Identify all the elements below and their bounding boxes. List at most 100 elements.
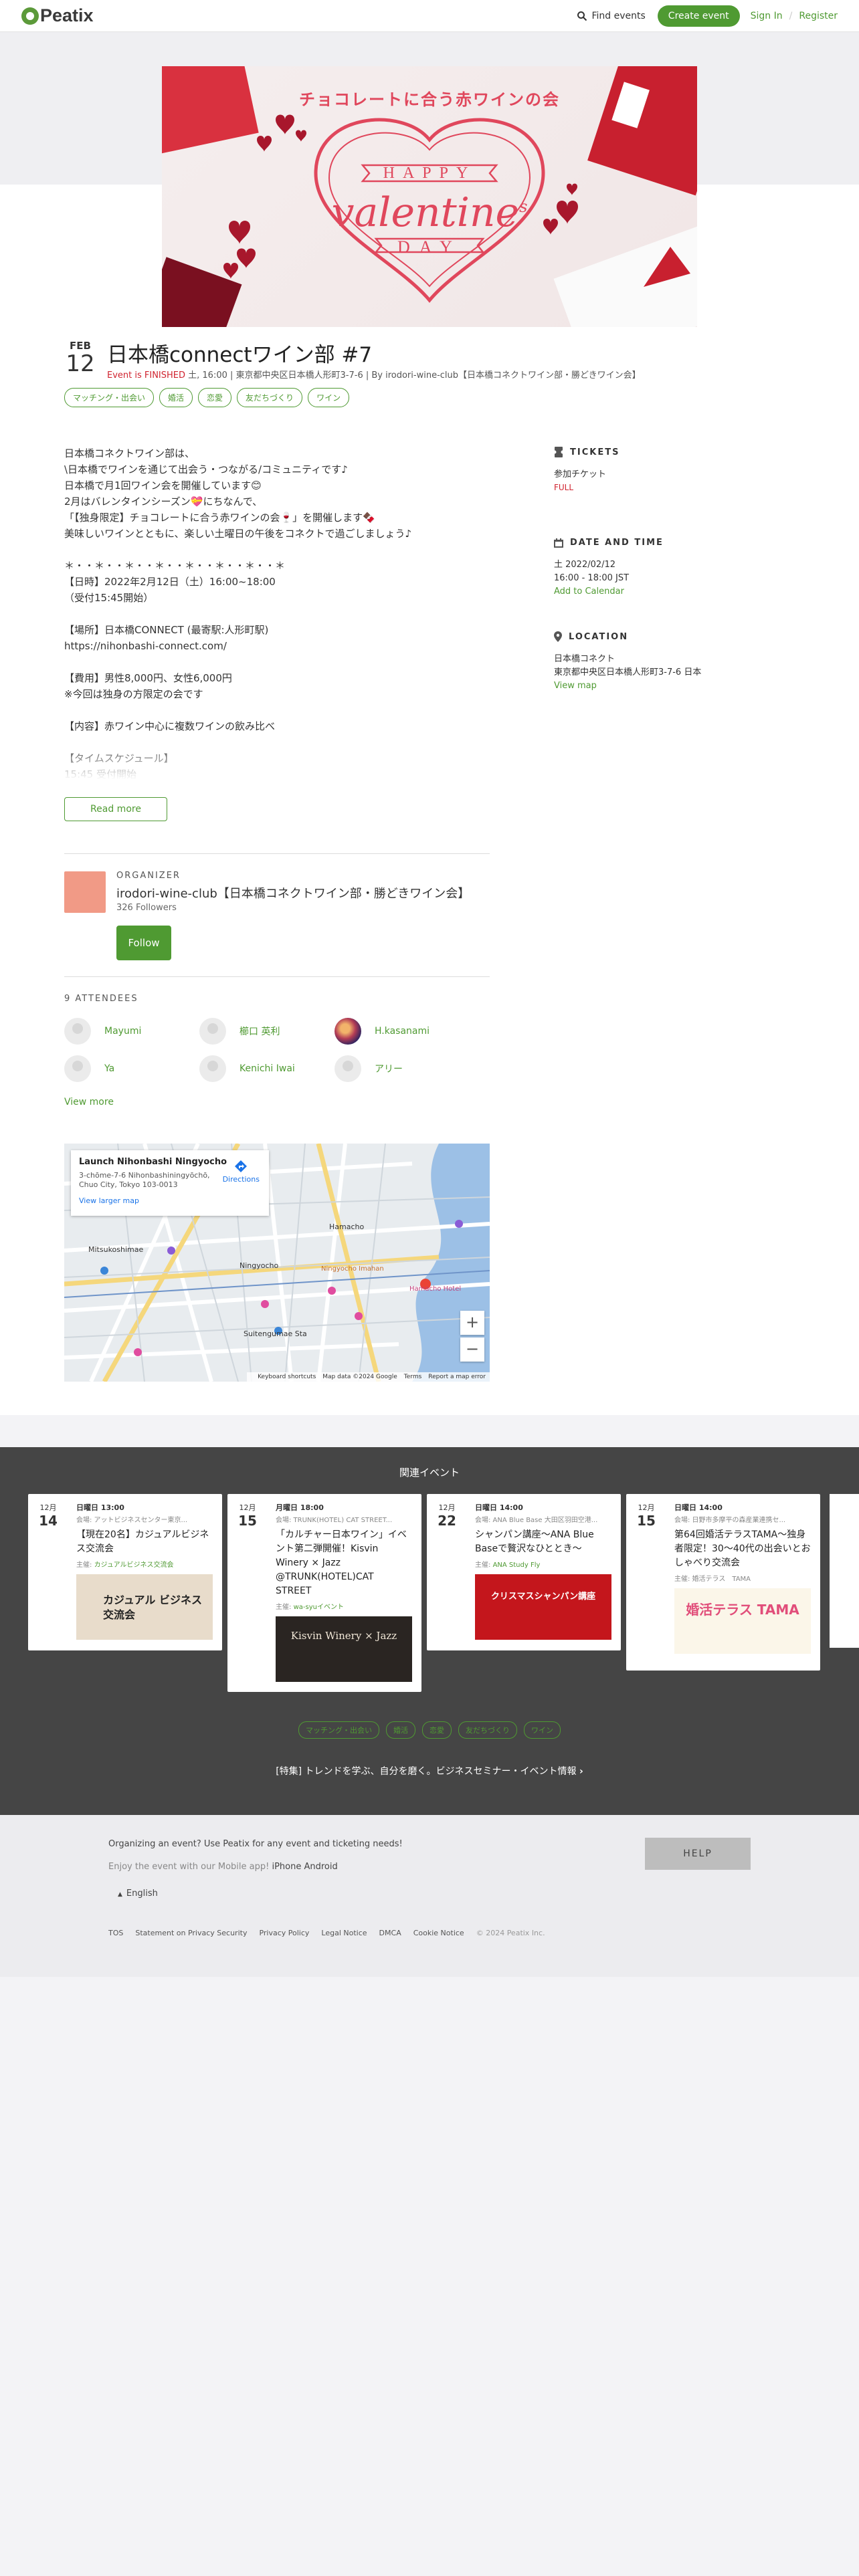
card-image: カジュアル ビジネス交流会 [76,1574,213,1640]
divider [64,976,490,977]
attendee-item[interactable]: Ya [64,1055,114,1082]
card-venue: 会場: ANA Blue Base 大田区羽田空港... [475,1517,598,1524]
attendee-name: 櫛口 英利 [240,1027,280,1037]
tag-wine[interactable]: ワイン [308,388,350,407]
zoom-out-button[interactable]: − [460,1337,484,1362]
attendee-avatar [335,1055,361,1082]
attendee-name: Ya [104,1063,115,1074]
language-selector[interactable]: ▲ English [118,1889,158,1899]
register-link[interactable]: Register [799,11,838,21]
related-event-card[interactable]: 12月 22 日曜日 14:00 会場: ANA Blue Base 大田区羽田空… [427,1494,621,1650]
tag-konkatsu[interactable]: 婚活 [159,388,193,407]
map-label: Mitsukoshimae [88,1245,144,1254]
related-event-card[interactable]: 12月 14 日曜日 13:00 会場: アットビジネスセンター東京... 【現在… [28,1494,222,1650]
location-heading-label: LOCATION [569,631,629,642]
related-tag-matching[interactable]: マッチング・出会い [298,1721,379,1739]
tag-friends[interactable]: 友だちづくり [237,388,303,407]
attendee-item[interactable]: H.kasanami [335,1018,430,1045]
card-date: 12月 15 [633,1502,660,1529]
map-report-link[interactable]: Report a map error [428,1374,486,1380]
card-when: 日曜日 13:00 [76,1503,124,1512]
related-tag-wine[interactable]: ワイン [524,1721,561,1739]
card-day: 14 [39,1513,58,1529]
footer-organizer-text: Organizing an event? Use Peatix for any … [108,1839,403,1849]
footer-link-dmca[interactable]: DMCA [379,1929,401,1937]
ticket-icon [554,447,563,457]
footer-link-privacy-security[interactable]: Statement on Privacy Security [135,1929,247,1937]
view-map-link[interactable]: View map [554,679,701,693]
zoom-in-button[interactable]: + [460,1311,484,1335]
card-title: シャンパン講座〜ANA Blue Baseで贅沢なひととき〜 [475,1529,594,1554]
help-button[interactable]: HELP [645,1838,751,1870]
location-map[interactable]: Mitsukoshimae Ningyocho Hamacho Suitengu… [64,1144,490,1382]
divider [64,853,490,854]
related-tag-renai[interactable]: 恋愛 [422,1721,452,1739]
datetime-heading: DATE AND TIME [554,538,664,548]
tag-renai[interactable]: 恋愛 [198,388,232,407]
card-when: 月曜日 18:00 [276,1503,324,1512]
attendee-avatar [64,1018,91,1045]
event-cover-image: チョコレートに合う赤ワインの会 HAPPY valentines DAY [162,66,697,327]
create-event-button[interactable]: Create event [657,5,740,27]
organizer-name[interactable]: irodori-wine-club【日本橋コネクトワイン部・勝どきワイン会】 [116,884,470,901]
card-when: 日曜日 14:00 [674,1503,723,1512]
related-tag-konkatsu[interactable]: 婚活 [386,1721,415,1739]
sign-in-link[interactable]: Sign In [751,11,783,21]
read-more-button[interactable]: Read more [64,797,167,821]
map-keyboard-shortcuts[interactable]: Keyboard shortcuts [258,1374,316,1380]
top-nav: Find events Create event Sign In / Regis… [577,5,838,27]
follow-button[interactable]: Follow [116,926,171,960]
attendee-name: Mayumi [104,1026,142,1037]
find-events-link[interactable]: Find events [577,11,646,21]
related-event-card[interactable]: 12月 15 月曜日 18:00 会場: TRUNK(HOTEL) CAT STR… [227,1494,421,1692]
attendee-avatar [335,1018,361,1045]
footer-link-cookie[interactable]: Cookie Notice [413,1929,464,1937]
tag-matching[interactable]: マッチング・出会い [64,388,155,407]
attendee-name: アリー [375,1064,403,1075]
feature-link[interactable]: [特集] トレンドを学ぶ、自分を磨く。ビジネスセミナー・イベント情報 › [0,1764,859,1778]
attendee-item[interactable]: Mayumi [64,1018,141,1045]
footer-app-text: Enjoy the event with our Mobile app! iPh… [108,1862,338,1872]
view-larger-map-link[interactable]: View larger map [79,1196,261,1205]
attendee-item[interactable]: 櫛口 英利 [199,1018,280,1045]
card-host: 主催: wa-syuイベント [276,1601,412,1611]
cover-word-happy: HAPPY [383,165,476,182]
card-month: 12月 [39,1503,57,1512]
card-image-text: カジュアル ビジネス交流会 [103,1594,202,1621]
related-card-edge [830,1494,859,1648]
view-more-attendees-link[interactable]: View more [64,1097,114,1107]
language-label: English [126,1889,158,1899]
android-app-link[interactable]: Android [304,1862,337,1872]
related-event-card[interactable]: 12月 15 日曜日 14:00 会場: 日野市多摩平の森産業連携セ... 第64… [626,1494,820,1671]
map-terms-link[interactable]: Terms [404,1374,422,1380]
event-subline: Event is FINISHED 土, 16:00 | 東京都中央区日本橋人形… [107,368,641,381]
cover-word-valentine: valentines [162,189,697,236]
footer-copyright: © 2024 Peatix Inc. [476,1929,545,1937]
card-day: 22 [438,1513,456,1529]
footer-link-privacy-policy[interactable]: Privacy Policy [259,1929,309,1937]
organizer-avatar[interactable] [64,871,106,913]
datetime-section: DATE AND TIME 土 2022/02/12 16:00 - 18:00… [554,538,664,599]
location-address: 東京都中央区日本橋人形町3-7-6 日本 [554,667,702,677]
iphone-app-link[interactable]: iPhone [272,1862,301,1872]
footer-link-legal[interactable]: Legal Notice [321,1929,367,1937]
directions-button[interactable]: Directions [223,1160,260,1184]
card-host-prefix: 主催: [674,1576,692,1583]
map-data-credit: Map data ©2024 Google [322,1374,397,1380]
peatix-logo[interactable]: Peatix [21,5,94,26]
event-day: 12 [66,350,95,377]
footer-link-tos[interactable]: TOS [108,1929,123,1937]
datetime-heading-label: DATE AND TIME [570,538,664,548]
location-section: LOCATION 日本橋コネクト 東京都中央区日本橋人形町3-7-6 日本 Vi… [554,631,701,693]
card-host: 主催: カジュアルビジネス交流会 [76,1559,213,1569]
card-body: 日曜日 13:00 会場: アットビジネスセンター東京... 【現在20名】カジ… [76,1502,213,1640]
map-footer: Keyboard shortcuts Map data ©2024 Google… [247,1372,490,1382]
attendee-item[interactable]: アリー [335,1055,403,1082]
location-name: 日本橋コネクト [554,654,615,664]
attendee-item[interactable]: Kenichi Iwai [199,1055,295,1082]
related-tag-friends[interactable]: 友だちづくり [458,1721,517,1739]
map-place-address: 3-chōme-7-6 Nihonbashiningyōchō, Chuo Ci… [79,1171,210,1189]
caret-up-icon: ▲ [118,1891,122,1898]
footer-app-prefix: Enjoy the event with our Mobile app! [108,1862,272,1872]
add-to-calendar-link[interactable]: Add to Calendar [554,585,664,599]
